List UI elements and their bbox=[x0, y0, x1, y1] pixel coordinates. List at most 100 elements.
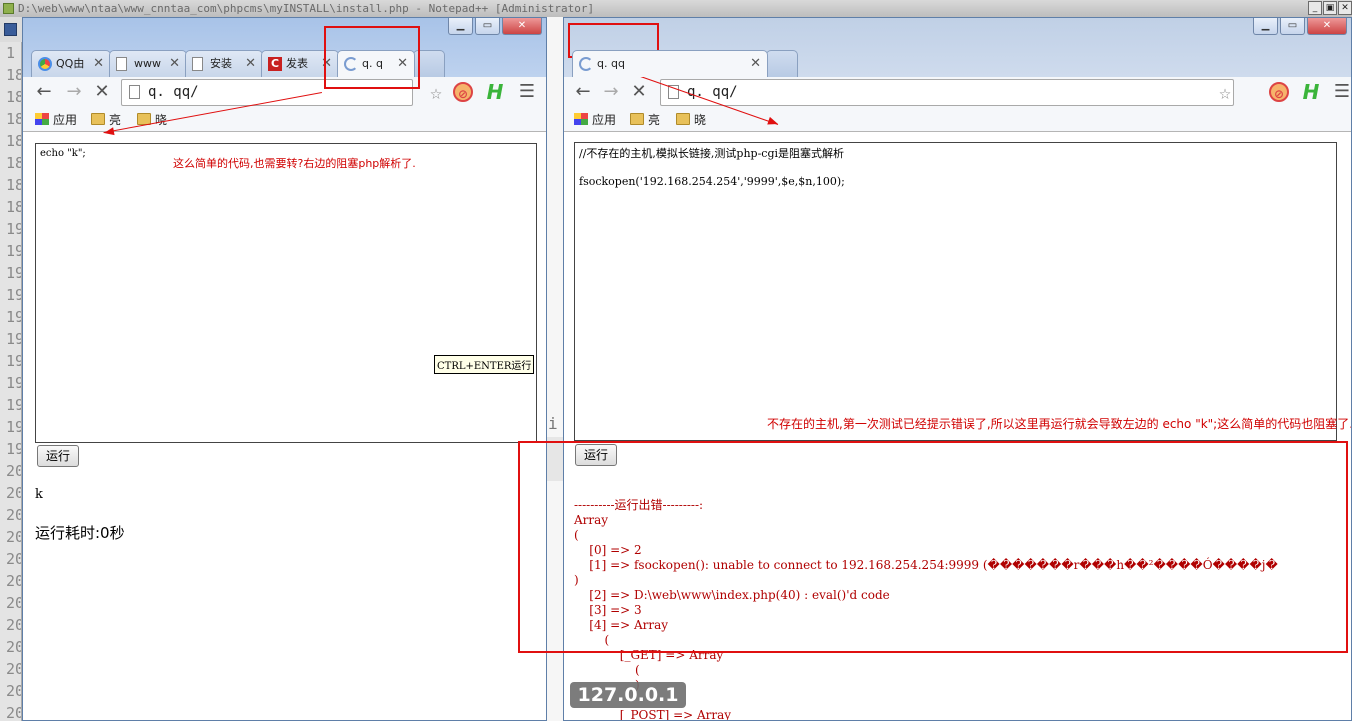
line-number: 18 bbox=[6, 198, 21, 216]
tab-label: 安装 bbox=[210, 57, 232, 70]
left-run-button[interactable]: 运行 bbox=[37, 445, 79, 467]
close-icon[interactable]: ✕ bbox=[245, 51, 256, 77]
bookmark-folder-xiao[interactable]: 晓 bbox=[676, 112, 706, 128]
tab-label: q. qq bbox=[597, 57, 625, 70]
right-maximize-button[interactable]: ▭ bbox=[1280, 18, 1305, 35]
bookmark-folder-liang[interactable]: 亮 bbox=[91, 112, 121, 128]
line-number: 19 bbox=[6, 286, 21, 304]
loading-icon bbox=[344, 57, 358, 71]
stop-icon[interactable]: ✕ bbox=[91, 81, 113, 103]
line-number: 18 bbox=[6, 132, 21, 150]
loading-icon bbox=[579, 57, 593, 71]
line-number: 20 bbox=[6, 616, 21, 634]
left-annotation: 这么简单的代码,也需要转?右边的阻塞php解析了. bbox=[173, 157, 416, 170]
close-icon[interactable]: ✕ bbox=[169, 51, 180, 77]
forward-icon[interactable]: → bbox=[600, 81, 622, 103]
line-number: 18 bbox=[6, 66, 21, 84]
line-number: 18 bbox=[6, 88, 21, 106]
right-close-button[interactable]: ✕ bbox=[1307, 18, 1347, 35]
code-text: echo "k"; bbox=[40, 148, 86, 159]
line-number: 19 bbox=[6, 396, 21, 414]
tab-q-qq-right[interactable]: q. qq ✕ bbox=[572, 50, 768, 77]
tab-label: www bbox=[134, 57, 161, 70]
adblock-icon[interactable]: ⊘ bbox=[1269, 82, 1289, 102]
c-icon: C bbox=[268, 57, 282, 71]
h-extension-icon[interactable]: H bbox=[485, 82, 505, 102]
line-number: 20 bbox=[6, 572, 21, 590]
bookmark-apps[interactable]: 应用 bbox=[574, 112, 616, 128]
line-number: 20 bbox=[6, 550, 21, 568]
bookmark-label: 亮 bbox=[109, 113, 122, 127]
bookmark-star-icon[interactable]: ☆ bbox=[430, 80, 442, 105]
left-maximize-button[interactable]: ▭ bbox=[475, 18, 500, 35]
left-runtime: 运行耗时:0秒 bbox=[35, 524, 125, 542]
right-bookmarks-bar: 应用 亮 晓 bbox=[564, 108, 1351, 132]
line-number: 20 bbox=[6, 506, 21, 524]
editor-stray-text: i bbox=[548, 414, 558, 433]
close-icon[interactable]: ✕ bbox=[750, 51, 761, 77]
notepad-minimize-button[interactable]: _ bbox=[1308, 1, 1322, 15]
page-icon bbox=[129, 85, 140, 99]
notepad-close-button[interactable]: ✕ bbox=[1338, 1, 1352, 15]
tab-label: QQ由 bbox=[56, 57, 85, 70]
save-icon[interactable] bbox=[4, 23, 17, 36]
notepad-restore-button[interactable]: ▣ bbox=[1323, 1, 1337, 15]
right-minimize-button[interactable]: ▁ bbox=[1253, 18, 1278, 35]
line-number: 19 bbox=[6, 308, 21, 326]
right-address-bar[interactable]: q. qq/ ☆ bbox=[660, 79, 1234, 106]
left-bookmarks-bar: 应用 亮 晓 bbox=[23, 108, 546, 132]
menu-icon[interactable]: ☰ bbox=[1332, 82, 1351, 102]
tab-qq-1[interactable]: QQ由 ✕ bbox=[31, 50, 111, 77]
left-minimize-button[interactable]: ▁ bbox=[448, 18, 473, 35]
bookmark-star-icon[interactable]: ☆ bbox=[1219, 80, 1231, 105]
shortcut-hint: CTRL+ENTER运行 bbox=[434, 355, 535, 374]
line-number: 18 bbox=[6, 110, 21, 128]
tab-label: q. q bbox=[362, 57, 383, 70]
url-text: q. qq/ bbox=[148, 84, 199, 100]
left-browser-window: ▁ ▭ ✕ QQ由 ✕ www ✕ 安装 ✕ C 发表 ✕ q. q ✕ ← →… bbox=[22, 17, 547, 721]
close-icon[interactable]: ✕ bbox=[93, 51, 104, 77]
right-code-textarea[interactable]: //不存在的主机,模拟长链接,测试php-cgi是阻塞式解析 fsockopen… bbox=[574, 142, 1337, 441]
stop-icon[interactable]: ✕ bbox=[628, 81, 650, 103]
h-extension-icon[interactable]: H bbox=[1301, 82, 1321, 102]
bookmark-label: 应用 bbox=[53, 113, 78, 127]
bookmark-folder-liang[interactable]: 亮 bbox=[630, 112, 660, 128]
line-number: 19 bbox=[6, 440, 21, 458]
line-number: 19 bbox=[6, 374, 21, 392]
back-icon[interactable]: ← bbox=[33, 81, 55, 103]
back-icon[interactable]: ← bbox=[572, 81, 594, 103]
ip-address-badge: 127.0.0.1 bbox=[570, 682, 686, 708]
notepad-toolbar bbox=[0, 17, 22, 42]
folder-icon bbox=[630, 113, 644, 125]
left-toolbar: ← → ✕ q. qq/ ☆ ⊘ H ☰ bbox=[23, 77, 546, 108]
code-text: //不存在的主机,模拟长链接,测试php-cgi是阻塞式解析 fsockopen… bbox=[579, 147, 845, 188]
folder-icon bbox=[676, 113, 690, 125]
left-tab-strip: QQ由 ✕ www ✕ 安装 ✕ C 发表 ✕ q. q ✕ bbox=[23, 50, 546, 77]
notepad-app-icon bbox=[3, 3, 14, 14]
line-number: 1 bbox=[6, 44, 16, 62]
left-close-button[interactable]: ✕ bbox=[502, 18, 542, 35]
left-output: k bbox=[35, 487, 43, 502]
menu-icon[interactable]: ☰ bbox=[517, 82, 537, 102]
bookmark-apps[interactable]: 应用 bbox=[35, 112, 77, 128]
line-number: 18 bbox=[6, 154, 21, 172]
page-icon bbox=[116, 57, 127, 71]
line-number: 18 bbox=[6, 176, 21, 194]
left-code-textarea[interactable]: echo "k"; bbox=[35, 143, 537, 443]
right-annotation: 不存在的主机,第一次测试已经提示错误了,所以这里再运行就会导致左边的 echo … bbox=[767, 417, 1352, 431]
adblock-icon[interactable]: ⊘ bbox=[453, 82, 473, 102]
tab-q-qq-active[interactable]: q. q ✕ bbox=[337, 50, 415, 77]
line-number: 19 bbox=[6, 418, 21, 436]
new-tab-button[interactable] bbox=[766, 50, 798, 77]
line-number: 20 bbox=[6, 660, 21, 678]
folder-icon bbox=[91, 113, 105, 125]
tab-install[interactable]: 安装 ✕ bbox=[185, 50, 263, 77]
line-number: 20 bbox=[6, 484, 21, 502]
forward-icon[interactable]: → bbox=[63, 81, 85, 103]
tab-www[interactable]: www ✕ bbox=[109, 50, 187, 77]
page-icon bbox=[192, 57, 203, 71]
line-number: 19 bbox=[6, 352, 21, 370]
line-number: 20 bbox=[6, 594, 21, 612]
url-text: q. qq/ bbox=[687, 84, 738, 100]
close-icon[interactable]: ✕ bbox=[397, 51, 408, 77]
